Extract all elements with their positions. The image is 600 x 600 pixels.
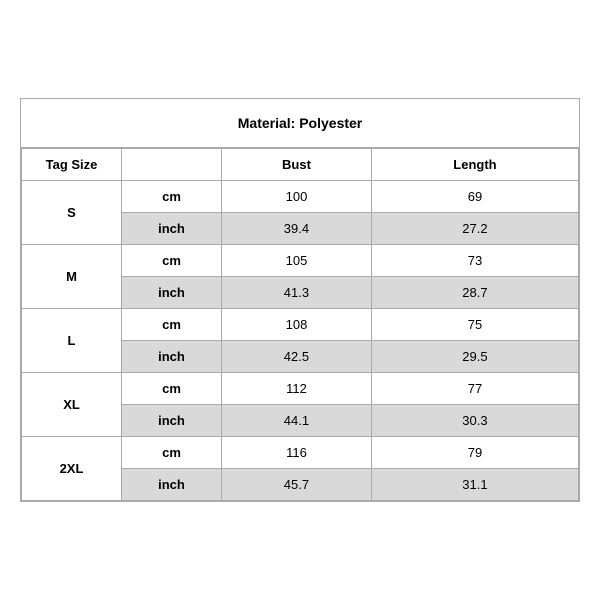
length-inch: 30.3 — [371, 405, 578, 437]
tag-size-cell: S — [22, 181, 122, 245]
length-cm: 75 — [371, 309, 578, 341]
bust-inch: 41.3 — [222, 277, 372, 309]
bust-cm: 100 — [222, 181, 372, 213]
unit-inch: inch — [122, 405, 222, 437]
header-tag-size: Tag Size — [22, 149, 122, 181]
header-bust: Bust — [222, 149, 372, 181]
length-cm: 69 — [371, 181, 578, 213]
bust-cm: 112 — [222, 373, 372, 405]
unit-inch: inch — [122, 277, 222, 309]
bust-inch: 42.5 — [222, 341, 372, 373]
size-table: Tag Size Bust Length Scm10069inch39.427.… — [21, 148, 579, 501]
bust-inch: 44.1 — [222, 405, 372, 437]
unit-cm: cm — [122, 373, 222, 405]
header-length: Length — [371, 149, 578, 181]
bust-cm: 108 — [222, 309, 372, 341]
unit-inch: inch — [122, 469, 222, 501]
size-chart-container: Material: Polyester Tag Size Bust Length… — [20, 98, 580, 502]
bust-cm: 116 — [222, 437, 372, 469]
unit-cm: cm — [122, 309, 222, 341]
length-cm: 77 — [371, 373, 578, 405]
tag-size-cell: M — [22, 245, 122, 309]
length-inch: 29.5 — [371, 341, 578, 373]
table-row: XLcm11277 — [22, 373, 579, 405]
tag-size-cell: XL — [22, 373, 122, 437]
header-unit-spacer — [122, 149, 222, 181]
tag-size-cell: 2XL — [22, 437, 122, 501]
tag-size-cell: L — [22, 309, 122, 373]
table-row: 2XLcm11679 — [22, 437, 579, 469]
unit-cm: cm — [122, 181, 222, 213]
length-cm: 73 — [371, 245, 578, 277]
length-inch: 28.7 — [371, 277, 578, 309]
table-row: Lcm10875 — [22, 309, 579, 341]
bust-inch: 45.7 — [222, 469, 372, 501]
length-inch: 31.1 — [371, 469, 578, 501]
unit-inch: inch — [122, 341, 222, 373]
length-inch: 27.2 — [371, 213, 578, 245]
table-row: Scm10069 — [22, 181, 579, 213]
unit-cm: cm — [122, 437, 222, 469]
chart-title: Material: Polyester — [21, 99, 579, 148]
unit-cm: cm — [122, 245, 222, 277]
table-row: Mcm10573 — [22, 245, 579, 277]
length-cm: 79 — [371, 437, 578, 469]
bust-cm: 105 — [222, 245, 372, 277]
bust-inch: 39.4 — [222, 213, 372, 245]
unit-inch: inch — [122, 213, 222, 245]
